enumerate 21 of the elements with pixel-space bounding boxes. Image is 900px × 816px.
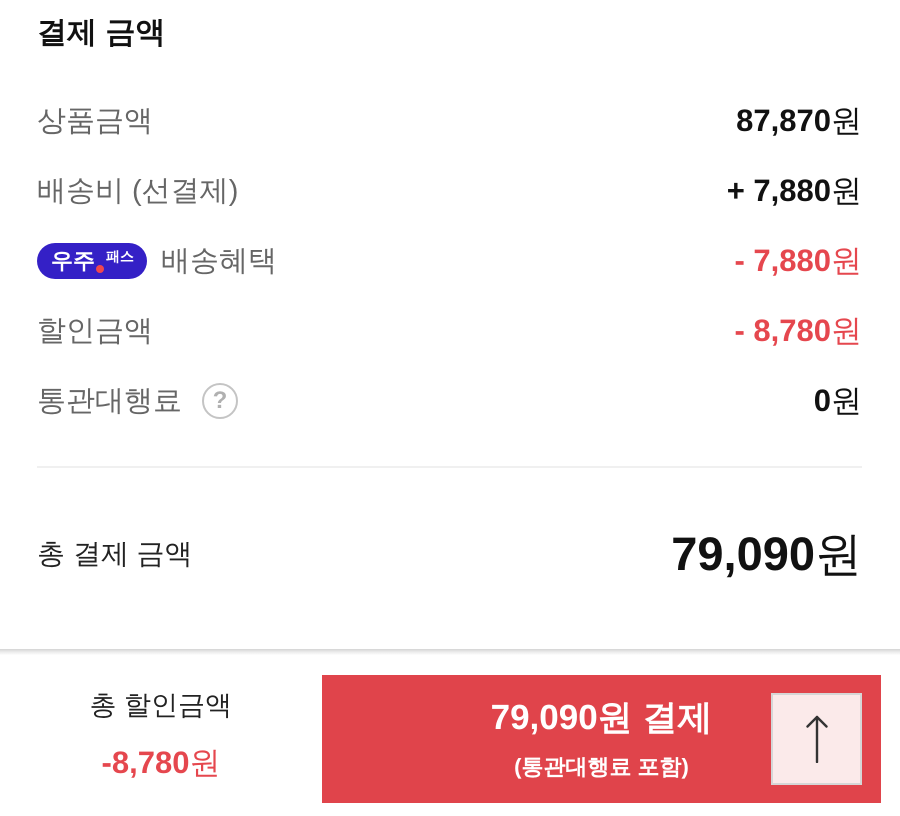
amount-value: + 7,880원 [726,172,862,210]
amount-value: 0원 [814,382,862,420]
row-label: 할인금액 [37,314,153,349]
section-title: 결제 금액 [37,15,166,51]
up-arrow-icon [806,715,828,763]
discount-total-label: 총 할인금액 [90,689,232,722]
total-label: 총 결제 금액 [37,537,193,571]
scroll-top-button[interactable] [771,693,862,785]
dot-icon [96,265,104,273]
logo-name: 우주 [51,248,95,274]
amount-value: - 7,880원 [734,242,862,280]
row-label: 상품금액 [37,104,153,139]
discount-total-amount: -8,780원 [102,744,220,782]
logo-tag: 패스 [106,248,134,264]
total-amount: 79,090원 [671,527,862,581]
row-label: 배송비 (선결제) [37,174,238,209]
help-icon[interactable]: ? [202,383,238,419]
amount-value: - 8,780원 [734,312,862,350]
amount-value: 87,870원 [736,102,862,140]
row-label: 통관대행료 [37,384,182,419]
row-label: 배송혜택 [161,244,277,279]
